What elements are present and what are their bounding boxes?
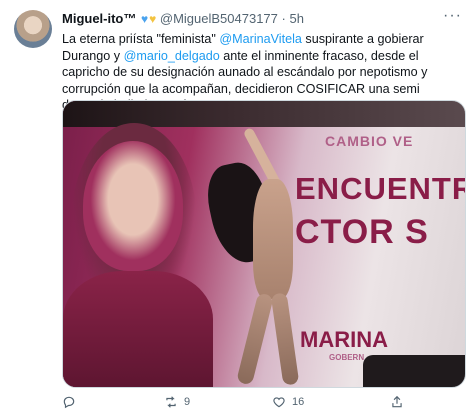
banner-text-line4: MARINA [300,327,388,352]
blue-heart-emoji: ♥ [141,12,149,26]
banner-portrait-face [83,141,183,271]
display-name[interactable]: Miguel-ito™ [62,11,136,26]
user-handle[interactable]: @MiguelB50473177 [160,11,278,26]
share-button[interactable] [390,394,404,410]
text-part: La eterna priísta "feminista" [62,32,220,46]
mention-link[interactable]: @MarinaVitela [219,32,302,46]
crowd-silhouette [363,355,465,387]
separator-dot: · [281,11,286,26]
more-icon[interactable]: ··· [443,8,462,24]
mention-link[interactable]: @mario_delgado [124,49,220,63]
dancer-body [253,179,293,299]
retweet-icon [166,396,176,408]
tweet-media[interactable]: CAMBIO VE ENCUENTRO CTOR S MARINA GOBERN [62,100,466,388]
banner-text-line5: GOBERN [329,353,365,362]
like-count: 16 [292,396,305,408]
banner-top-shadow [63,101,465,127]
heart-icon [273,397,285,408]
tweet-actions: 9 16 [62,394,464,410]
retweet-button[interactable]: 9 [164,394,190,410]
retweet-count: 9 [184,396,191,408]
banner-portrait-body [63,271,213,387]
reply-icon [63,396,75,409]
banner-text-line1: CAMBIO VE [325,133,414,149]
share-icon [392,395,402,408]
tweet-header: Miguel-ito™ ♥♥ @MiguelB50473177 · 5h [62,10,304,28]
banner-text-line2: ENCUENTRO [295,171,465,206]
yellow-heart-emoji: ♥ [149,12,157,26]
tweet[interactable]: Miguel-ito™ ♥♥ @MiguelB50473177 · 5h ···… [0,0,474,412]
avatar[interactable] [14,10,52,48]
banner-text-line3: CTOR S [295,213,429,251]
timestamp[interactable]: 5h [290,11,304,26]
like-button[interactable]: 16 [272,394,304,410]
reply-button[interactable] [62,394,82,410]
